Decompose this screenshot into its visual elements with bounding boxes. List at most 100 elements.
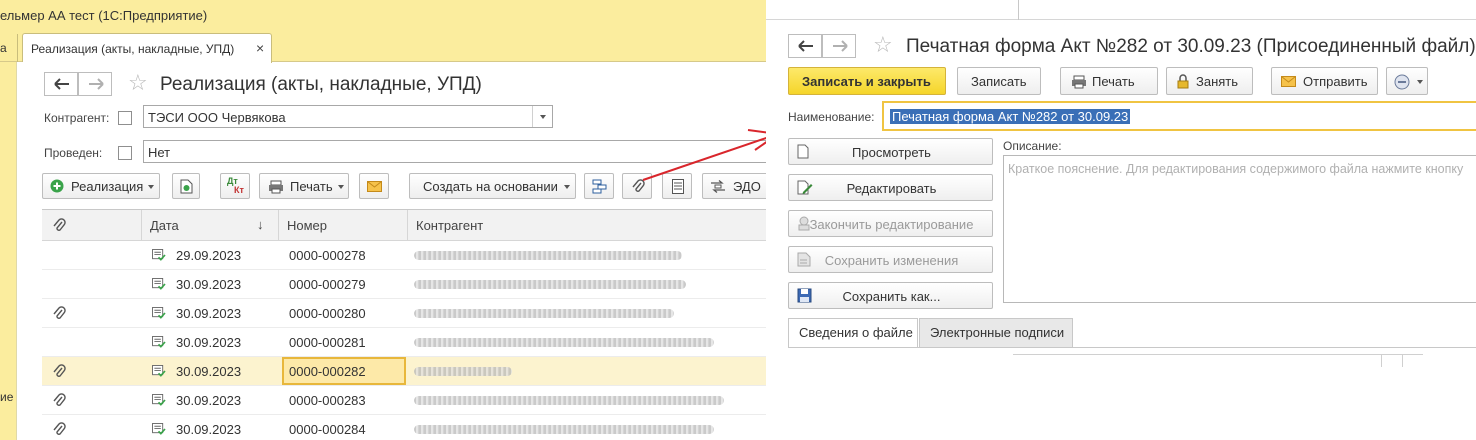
- back-button[interactable]: [788, 34, 822, 58]
- tab-sales-label: Реализация (акты, накладные, УПД): [31, 42, 235, 56]
- forward-button[interactable]: [78, 72, 112, 96]
- paperclip-icon: [53, 364, 66, 377]
- posted-document-icon: [152, 394, 166, 406]
- posted-document-icon: [152, 365, 166, 377]
- posted-filter-value: Нет: [148, 145, 171, 160]
- column-header-number[interactable]: Номер: [279, 210, 408, 241]
- cell-number: 0000-000283: [289, 393, 366, 408]
- structure-button[interactable]: [584, 173, 614, 199]
- sales-table: Дата ↓ Номер Контрагент 29.09.2023 0000-0…: [42, 209, 766, 440]
- column-header-attachment[interactable]: [42, 210, 142, 241]
- tab-strip: а Реализация (акты, накладные, УПД) ×: [0, 30, 766, 63]
- hierarchy-icon: [592, 179, 607, 194]
- window-title: ельмер АА тест (1С:Предприятие): [0, 8, 208, 23]
- table-row[interactable]: 30.09.2023 0000-000282: [42, 357, 766, 386]
- create-based-on-button[interactable]: Создать на основании: [409, 173, 576, 199]
- lock-button[interactable]: Занять: [1166, 67, 1253, 95]
- paperclip-icon: [53, 422, 66, 435]
- table-row[interactable]: 29.09.2023 0000-000278: [42, 241, 766, 270]
- print-label: Печать: [290, 179, 333, 194]
- counterparty-filter-field[interactable]: ТЭСИ ООО Червякова: [143, 105, 553, 128]
- more-circle-icon: [1394, 74, 1410, 90]
- table-row[interactable]: 30.09.2023 0000-000280: [42, 299, 766, 328]
- sections-panel: ие: [0, 62, 16, 440]
- paperclip-icon: [53, 306, 66, 319]
- cell-number: 0000-000279: [289, 277, 366, 292]
- dropdown-icon[interactable]: [532, 106, 552, 127]
- cell-date: 30.09.2023: [176, 422, 242, 437]
- arrow-left-icon: [798, 40, 813, 52]
- cell-counterparty-redacted: [414, 338, 714, 347]
- send-email-button[interactable]: [359, 173, 389, 199]
- print-button[interactable]: Печать: [1060, 67, 1158, 95]
- document-green-icon: [180, 179, 193, 194]
- column-header-date-label: Дата: [150, 218, 179, 233]
- caret-down-icon: [564, 185, 570, 189]
- lock-icon: [1177, 74, 1189, 89]
- page-title: Печатная форма Акт №282 от 30.09.23 (При…: [906, 36, 1476, 57]
- counterparty-filter-checkbox[interactable]: [118, 111, 132, 125]
- kt-label: Кт: [234, 185, 244, 195]
- description-label: Описание:: [1003, 139, 1062, 153]
- table-header: Дата ↓ Номер Контрагент: [42, 210, 766, 241]
- posted-document-icon: [152, 336, 166, 348]
- sort-desc-icon[interactable]: ↓: [257, 217, 264, 232]
- favorite-star-icon[interactable]: ☆: [128, 72, 148, 94]
- save-and-close-button[interactable]: Записать и закрыть: [788, 67, 946, 95]
- save-button[interactable]: Записать: [957, 67, 1041, 95]
- posted-document-icon: [152, 307, 166, 319]
- edit-button[interactable]: Редактировать: [788, 174, 993, 201]
- view-button[interactable]: Просмотреть: [788, 138, 993, 165]
- cell-date: 30.09.2023: [176, 393, 242, 408]
- tab-previous[interactable]: а: [0, 34, 18, 62]
- arrow-right-icon: [833, 40, 848, 52]
- tab-sales[interactable]: Реализация (акты, накладные, УПД) ×: [22, 33, 272, 63]
- dt-kt-button[interactable]: Дт Кт: [220, 173, 250, 199]
- forward-button[interactable]: [822, 34, 856, 58]
- back-button[interactable]: [44, 72, 78, 96]
- save-and-close-label: Записать и закрыть: [802, 74, 931, 89]
- cell-date: 29.09.2023: [176, 248, 242, 263]
- save-changes-button[interactable]: Сохранить изменения: [788, 246, 993, 273]
- panel-edge: [16, 62, 32, 440]
- posted-filter-checkbox[interactable]: [118, 146, 132, 160]
- tab-file-info[interactable]: Сведения о файле: [788, 318, 918, 348]
- favorite-star-icon[interactable]: ☆: [873, 34, 893, 56]
- column-header-counterparty[interactable]: Контрагент: [408, 210, 766, 241]
- table-row[interactable]: 30.09.2023 0000-000281: [42, 328, 766, 357]
- save-changes-label: Сохранить изменения: [824, 253, 959, 268]
- cell-number: 0000-000284: [289, 422, 366, 437]
- column-header-date[interactable]: Дата ↓: [142, 210, 279, 241]
- description-textarea[interactable]: Краткое пояснение. Для редактирования со…: [1003, 155, 1476, 303]
- create-based-on-label: Создать на основании: [423, 179, 558, 194]
- sales-list-window: ельмер АА тест (1С:Предприятие) а Реализ…: [0, 0, 766, 440]
- cell-counterparty-redacted: [414, 425, 714, 434]
- cell-counterparty-redacted: [414, 396, 724, 405]
- cell-counterparty-redacted: [414, 367, 512, 376]
- view-label: Просмотреть: [852, 145, 931, 160]
- window-title-bar: ельмер АА тест (1С:Предприятие): [0, 0, 766, 30]
- table-row[interactable]: 30.09.2023 0000-000283: [42, 386, 766, 415]
- envelope-icon: [1281, 76, 1296, 87]
- table-row[interactable]: 30.09.2023 0000-000279: [42, 270, 766, 299]
- column-header-counterparty-label: Контрагент: [416, 218, 484, 233]
- create-sales-button[interactable]: Реализация: [42, 173, 160, 199]
- arrow-right-icon: [89, 78, 104, 90]
- section-label[interactable]: ие: [0, 390, 13, 404]
- copy-document-button[interactable]: [172, 173, 200, 199]
- finish-editing-label: Закончить редактирование: [809, 217, 974, 232]
- save-as-button[interactable]: Сохранить как...: [788, 282, 993, 309]
- finish-editing-button[interactable]: Закончить редактирование: [788, 210, 993, 237]
- cell-counterparty-redacted: [414, 309, 674, 318]
- more-actions-button[interactable]: [1386, 67, 1428, 95]
- paperclip-icon: [53, 393, 66, 406]
- name-input[interactable]: Печатная форма Акт №282 от 30.09.23: [882, 101, 1476, 131]
- table-row[interactable]: 30.09.2023 0000-000284: [42, 415, 766, 440]
- printer-icon: [1072, 75, 1086, 89]
- send-button[interactable]: Отправить: [1271, 67, 1378, 95]
- tab-content-field[interactable]: [1013, 354, 1423, 367]
- close-tab-icon[interactable]: ×: [256, 40, 264, 56]
- tab-electronic-signatures[interactable]: Электронные подписи: [919, 318, 1073, 348]
- print-button[interactable]: Печать: [259, 173, 349, 199]
- printer-icon: [269, 180, 283, 194]
